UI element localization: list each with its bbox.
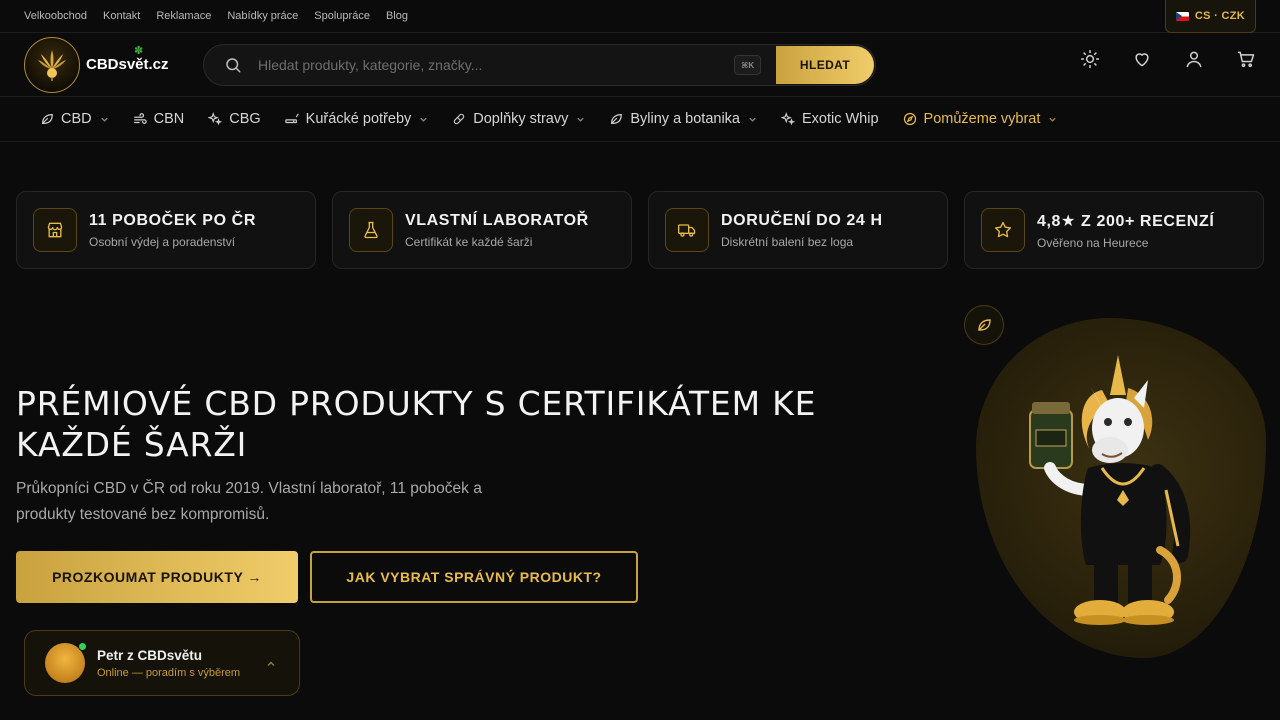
nav-label: Doplňky stravy [473,111,569,127]
header: CBDsvět.cz ✽ ⌘K HLEDAT [0,33,1280,97]
compass-icon [903,112,917,126]
nav-item-exotic-whip[interactable]: Exotic Whip [780,111,879,127]
search-icon [226,58,241,73]
cigarette-icon [284,112,299,126]
product-guide-button[interactable]: JAK VYBRAT SPRÁVNÝ PRODUKT? [310,551,638,603]
feature-subtitle: Ověřeno na Heurece [1037,235,1149,250]
chevron-down-icon [419,115,428,124]
nav-item-doplnky-stravy[interactable]: Doplňky stravy [452,111,585,127]
theme-toggle-sun-icon[interactable] [1080,49,1100,69]
top-bar: Velkoobchod Kontakt Reklamace Nabídky pr… [0,0,1280,33]
brand-name: CBDsvět.cz [86,56,169,73]
feature-card-delivery: DORUČENÍ DO 24 H Diskrétní balení bez lo… [648,191,948,269]
unicorn-mascot-illustration [1029,355,1191,625]
search-button[interactable]: HLEDAT [776,46,874,84]
feature-cards: 11 POBOČEK PO ČR Osobní výdej a poradens… [16,191,1264,269]
top-link-reklamace[interactable]: Reklamace [156,10,211,22]
leaf-badge-icon [964,305,1004,345]
feature-card-laboratory: VLASTNÍ LABORATOŘ Certifikát ke každé ša… [332,191,632,269]
pill-icon [452,112,466,126]
czech-flag-icon [1175,11,1189,21]
keyboard-shortcut-hint: ⌘K [734,55,762,75]
cannabis-leaf-logo-icon [24,36,80,93]
nav-label: CBN [153,111,185,127]
nav-label: Exotic Whip [801,111,879,127]
feature-title: 4,8★ Z 200+ RECENZÍ [1037,212,1215,230]
search-bar: ⌘K HLEDAT [203,44,876,86]
top-link-blog[interactable]: Blog [386,10,408,22]
chat-agent-status: Online — poradím s výběrem [97,666,241,679]
feature-card-reviews: 4,8★ Z 200+ RECENZÍ Ověřeno na Heurece [964,191,1264,269]
feature-title: VLASTNÍ LABORATOŘ [405,211,589,229]
star-icon [981,208,1025,252]
nav-item-byliny-a-botanika[interactable]: Byliny a botanika [609,111,757,127]
truck-icon [665,208,709,252]
chevron-up-icon[interactable] [265,658,277,670]
locale-label: CS · CZK [1194,10,1245,22]
nav-label: Kuřácké potřeby [305,111,412,127]
nav-item-cbg[interactable]: CBG [208,111,261,127]
online-status-dot [78,642,87,651]
nav-label: CBG [229,111,261,127]
store-icon [33,208,77,252]
feature-subtitle: Certifikát ke každé šarži [405,234,533,249]
sparkle-icon [780,112,795,126]
flask-icon [349,208,393,252]
chat-agent-name: Petr z CBDsvětu [97,647,203,663]
nav-label: CBD [61,111,92,127]
wishlist-heart-icon[interactable] [1132,49,1152,69]
main-nav: CBD CBN CBG Kuřácké potřeby Doplňky stra… [0,97,1280,142]
nav-label: Byliny a botanika [630,111,740,127]
explore-products-button[interactable]: PROZKOUMAT PRODUKTY → [16,551,298,603]
cart-icon[interactable] [1236,49,1256,69]
top-link-nabidky-prace[interactable]: Nabídky práce [227,10,298,22]
hero-subtitle: Průkopníci CBD v ČR od roku 2019. Vlastn… [16,480,482,523]
chat-widget[interactable]: Petr z CBDsvětu Online — poradím s výběr… [24,630,300,696]
nav-item-cbd[interactable]: CBD [40,111,109,127]
locale-switcher[interactable]: CS · CZK [1164,0,1256,33]
chevron-down-icon [1048,115,1057,124]
feature-title: DORUČENÍ DO 24 H [721,211,883,229]
search-input[interactable] [258,57,718,73]
top-links: Velkoobchod Kontakt Reklamace Nabídky pr… [24,10,408,22]
chevron-down-icon [100,115,109,124]
logo[interactable]: CBDsvět.cz ✽ [24,36,204,93]
nav-item-pomuzeme-vybrat[interactable]: Pomůžeme vybrat [903,111,1058,127]
small-leaf-icon: ✽ [134,45,144,57]
avatar [45,642,87,683]
nav-item-kuracke-potreby[interactable]: Kuřácké potřeby [284,111,429,127]
account-user-icon[interactable] [1184,49,1204,69]
feature-subtitle: Osobní výdej a poradenství [89,234,236,249]
top-link-kontakt[interactable]: Kontakt [103,10,140,22]
leaf-icon [609,112,623,126]
chevron-down-icon [748,115,757,124]
chevron-down-icon [576,115,585,124]
leaf-icon [40,112,54,126]
feature-subtitle: Diskrétní balení bez loga [721,234,854,249]
top-link-velkoobchod[interactable]: Velkoobchod [24,10,87,22]
wind-icon [133,112,147,126]
hero-title: PRÉMIOVÉ CBD PRODUKTY S CERTIFIKÁTEM KE … [16,384,817,464]
nav-label: Pomůžeme vybrat [923,111,1041,127]
header-actions [1080,49,1256,69]
feature-title: 11 POBOČEK PO ČR [89,211,256,229]
feature-card-branches: 11 POBOČEK PO ČR Osobní výdej a poradens… [16,191,316,269]
logo-text: CBDsvět.cz ✽ [86,45,169,73]
sparkle-icon [208,112,223,126]
nav-item-cbn[interactable]: CBN [133,111,185,127]
top-link-spoluprace[interactable]: Spolupráce [314,10,370,22]
